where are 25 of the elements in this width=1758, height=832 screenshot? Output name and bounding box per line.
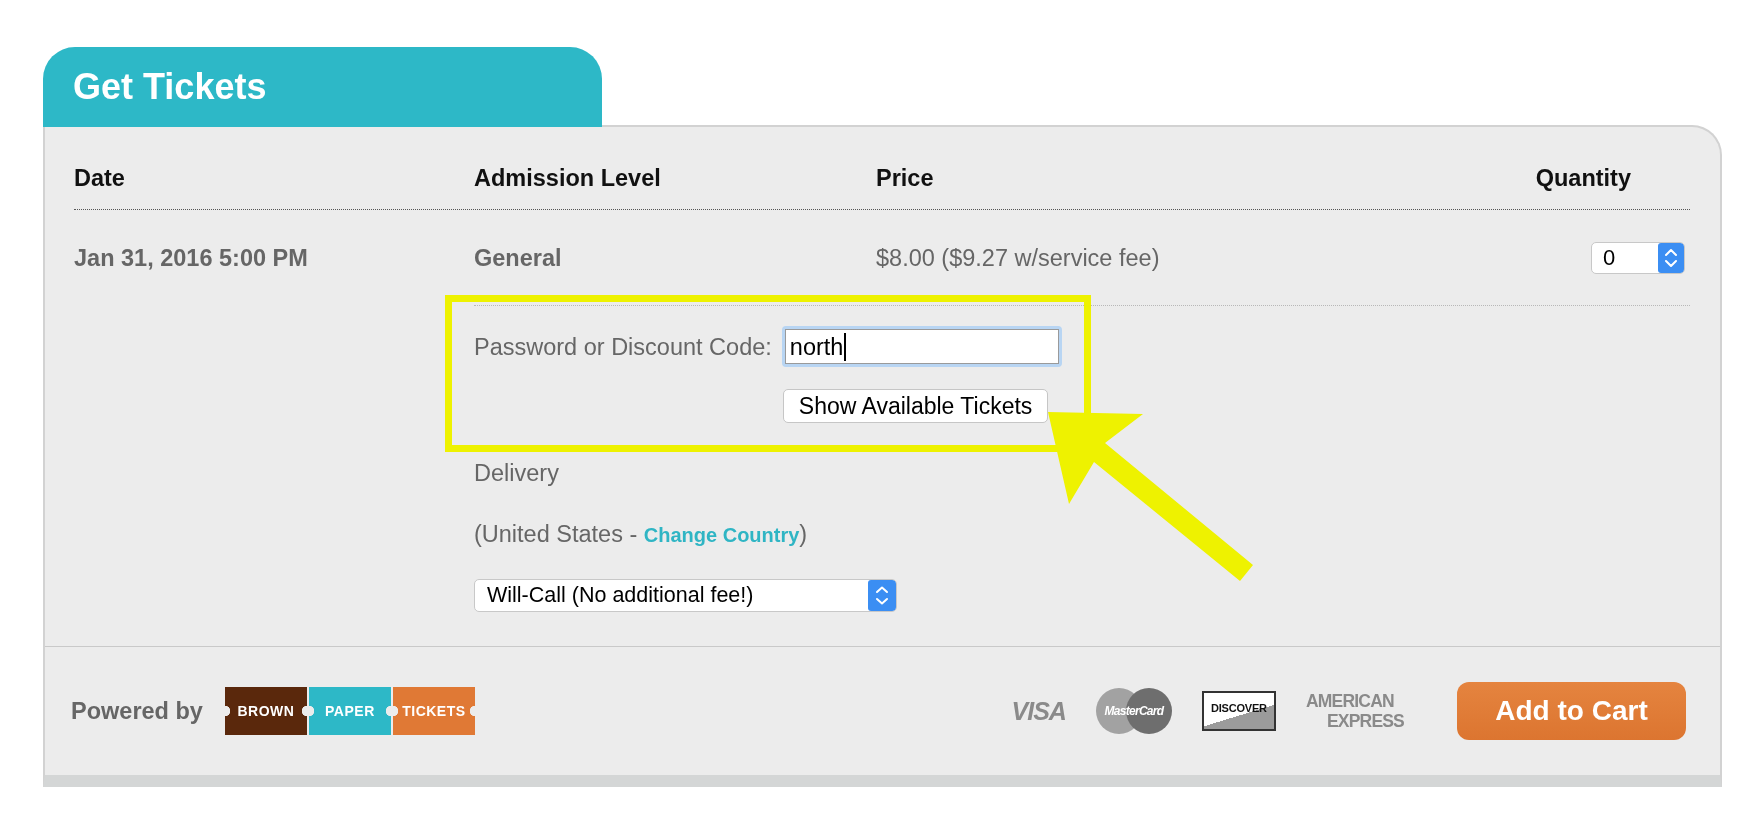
quantity-select[interactable]: 0 [1591,242,1685,274]
column-header: Quantity [1535,164,1631,192]
table-cell-text: Jan 31, 2016 5:00 PM [74,244,308,273]
column-header: Date [74,164,125,192]
delivery-country-text: (United States - Change Country) [474,521,808,547]
table-cell-text: $8.00 ($9.27 w/service fee) [876,244,1160,273]
card-logo: DISCOVER [1201,691,1276,731]
discount-code-field[interactable]: north [781,326,1062,367]
delivery-method-select[interactable]: Will-Call (No additional fee!) [474,579,897,612]
logo-ticket: BROWN [224,687,307,735]
column-header: Price [876,164,934,192]
card-logo: MasterCard [1095,687,1172,735]
logo-ticket: TICKETS [392,687,475,735]
table-cell-text: General [474,244,562,273]
discount-code-label: Password or Discount Code: [474,332,772,361]
show-tickets-button[interactable]: Show Available Tickets [782,389,1049,423]
card-logo: VISA [1011,696,1066,726]
card-logo: AMERICAN EXPRESS [1305,691,1404,731]
stepper-icon [868,580,896,611]
stepper-icon [1658,243,1684,273]
delivery-label: Delivery [474,459,559,487]
logo-ticket: PAPER [308,687,391,735]
powered-by-label: Powered by [71,697,203,725]
panel-title: Get Tickets [73,67,267,107]
column-header: Admission Level [474,164,661,192]
